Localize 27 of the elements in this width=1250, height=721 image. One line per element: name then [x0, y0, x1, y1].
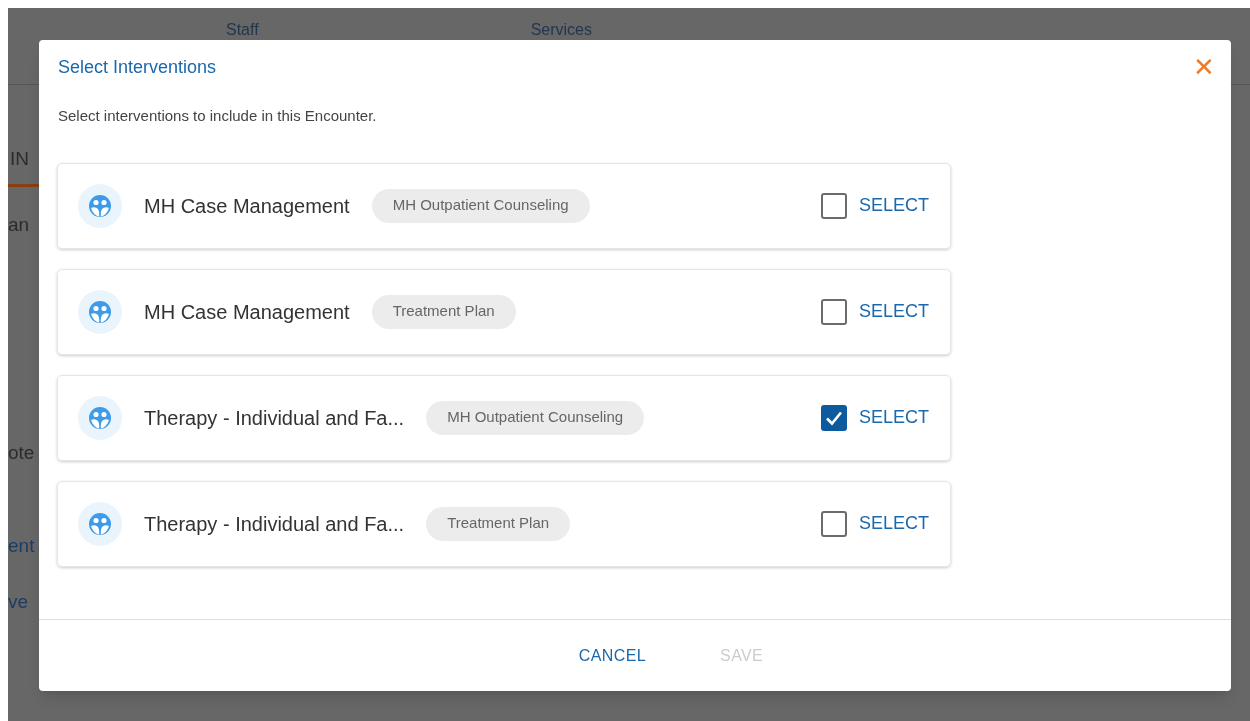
intervention-name: MH Case Management: [144, 193, 350, 219]
program-tag: Treatment Plan: [371, 294, 516, 329]
people-icon: [78, 501, 122, 546]
checkbox[interactable]: [820, 298, 847, 325]
program-tag: MH Outpatient Counseling: [426, 400, 645, 435]
intervention-name: MH Case Management: [144, 299, 350, 325]
description-text: Select interventions to include in this Encounter.: [58, 106, 378, 126]
checkbox[interactable]: [820, 404, 847, 431]
dialog-title: Select Interventions: [58, 55, 217, 79]
select-label[interactable]: SELECT: [858, 192, 929, 219]
select-label[interactable]: SELECT: [858, 298, 929, 325]
cancel-button[interactable]: CANCEL: [574, 643, 651, 668]
label-text: ote: [8, 441, 36, 465]
people-icon: [78, 289, 122, 334]
intervention-name: Therapy - Individual and Fa...: [144, 511, 405, 537]
column-header: Services: [530, 20, 592, 40]
column-header: Staff: [226, 20, 259, 40]
people-icon: [78, 395, 122, 440]
checkbox[interactable]: [820, 192, 847, 219]
program-tag: MH Outpatient Counseling: [371, 188, 590, 223]
label-text: an: [8, 212, 31, 237]
intervention-name: Therapy - Individual and Fa...: [144, 405, 405, 431]
select-label[interactable]: SELECT: [858, 510, 929, 537]
select-label[interactable]: SELECT: [858, 404, 929, 431]
people-icon: [78, 183, 122, 228]
program-tag: Treatment Plan: [426, 506, 571, 541]
checkbox[interactable]: [820, 510, 847, 537]
